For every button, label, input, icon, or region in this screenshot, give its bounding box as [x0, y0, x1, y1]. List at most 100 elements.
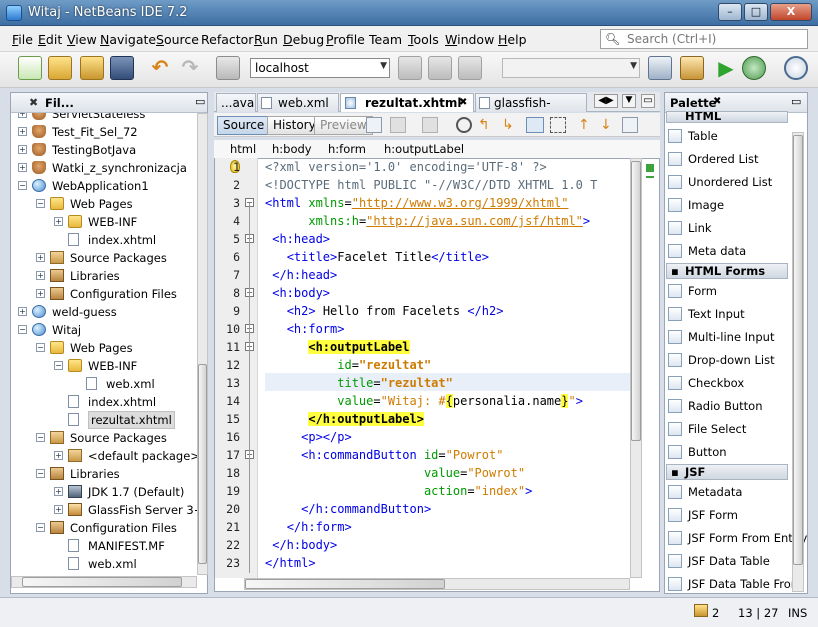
collapse-icon[interactable]: −	[36, 469, 45, 478]
editor-hscroll[interactable]	[244, 578, 630, 590]
palette-item-jsf-data-table[interactable]: JSF Data Table	[668, 551, 790, 571]
tree-item-default-package[interactable]: + <default package>	[10, 447, 200, 465]
find-next-icon[interactable]: ↳	[502, 117, 518, 133]
tree-item-source-packages[interactable]: − Source Packages	[10, 429, 196, 447]
projects-vscroll-thumb[interactable]	[198, 364, 207, 564]
editor-vscroll[interactable]	[630, 158, 642, 578]
preview-view-button[interactable]: Preview	[314, 116, 373, 135]
expand-icon[interactable]: +	[54, 451, 63, 460]
debug-icon[interactable]	[742, 56, 766, 80]
find-previous-icon[interactable]: ↰	[478, 117, 494, 133]
palette-item-metadata[interactable]: Metadata	[668, 482, 790, 502]
collapse-icon[interactable]: −	[18, 325, 27, 334]
tree-item-rezultat-xhtml[interactable]: rezultat.xhtml	[10, 411, 196, 429]
minimize-panel-icon[interactable]: ▭	[195, 95, 205, 108]
open-project-icon[interactable]	[80, 56, 104, 80]
expand-icon[interactable]: +	[36, 253, 45, 262]
tab-list-icon[interactable]: ▼	[622, 94, 636, 108]
minimize-button[interactable]: –	[718, 3, 742, 21]
editor-tab-rezultat[interactable]: rezultat.xhtml	[340, 93, 474, 112]
expand-icon[interactable]: +	[54, 505, 63, 514]
tree-item-index-xhtml[interactable]: index.xhtml	[10, 231, 196, 249]
tab-scroll-arrows-icon[interactable]: ◀▶	[594, 94, 618, 108]
editor-hscroll-thumb[interactable]	[245, 579, 445, 589]
expand-icon[interactable]: +	[36, 271, 45, 280]
palette-item-radio-button[interactable]: Radio Button	[668, 396, 790, 416]
new-project-icon[interactable]	[48, 56, 72, 80]
new-file-icon[interactable]	[18, 56, 42, 80]
collapse-icon[interactable]: −	[36, 343, 45, 352]
server-selector[interactable]: localhost ▼	[250, 58, 390, 78]
breadcrumb-form[interactable]: h:form	[328, 142, 366, 156]
menu-profile[interactable]: Profile	[326, 32, 365, 47]
menu-run[interactable]: Run	[254, 32, 278, 47]
menu-debug[interactable]: Debug	[283, 32, 324, 47]
menu-edit[interactable]: Edit	[38, 32, 62, 47]
menu-file[interactable]: File	[12, 32, 33, 47]
projects-vscroll[interactable]	[197, 113, 208, 575]
tree-item-configuration-files[interactable]: + Configuration Files	[10, 285, 196, 303]
tree-item-libraries[interactable]: + Libraries	[10, 267, 196, 285]
redo-icon[interactable]: ↷	[178, 56, 202, 80]
palette-item-file-select[interactable]: File Select	[668, 419, 790, 439]
tree-item-test-fit-sel[interactable]: + Test_Fit_Sel_72	[10, 123, 196, 141]
tree-item-testing-bot-java[interactable]: + TestingBotJava	[10, 141, 196, 159]
expand-icon[interactable]: +	[36, 289, 45, 298]
palette-vscroll[interactable]	[792, 132, 804, 592]
palette-item-link[interactable]: Link	[668, 218, 790, 238]
collapse-icon[interactable]: −	[36, 433, 45, 442]
breadcrumb-outputlabel[interactable]: h:outputLabel	[384, 142, 464, 156]
palette-vscroll-thumb[interactable]	[793, 135, 803, 565]
tree-item-web-pages[interactable]: − Web Pages	[10, 195, 196, 213]
palette-item-jsf-form[interactable]: JSF Form	[668, 505, 790, 525]
menu-refactor[interactable]: Refactor	[201, 32, 253, 47]
expand-icon[interactable]: +	[18, 145, 27, 154]
tree-item-web-xml-config[interactable]: web.xml	[10, 555, 196, 573]
shift-line-icon[interactable]	[622, 117, 638, 133]
source-view-button[interactable]: Source	[217, 116, 271, 135]
expand-icon[interactable]: +	[18, 163, 27, 172]
palette-item-meta-data[interactable]: Meta data	[668, 241, 790, 261]
tree-item-weld-guess[interactable]: + weld-guess	[10, 303, 196, 321]
editor-tab-java[interactable]: ...ava	[216, 93, 256, 112]
tab-close-icon[interactable]: ✖	[459, 97, 467, 108]
tree-item-glassfish-server[interactable]: + GlassFish Server 3+	[10, 501, 203, 519]
palette-item-image[interactable]: Image	[668, 195, 790, 215]
tree-item-webapplication1[interactable]: − WebApplication1	[10, 177, 196, 195]
expand-icon[interactable]: +	[54, 217, 63, 226]
close-button[interactable]: X	[770, 3, 812, 21]
previous-bookmark-icon[interactable]: ↑	[578, 117, 594, 133]
menu-window[interactable]: Window	[445, 32, 494, 47]
palette-item-table[interactable]: Table	[668, 126, 790, 146]
menu-team[interactable]: Team	[369, 32, 402, 47]
notifications-icon[interactable]	[694, 604, 708, 617]
tree-item-index-xhtml[interactable]: index.xhtml	[10, 393, 196, 411]
build-hammer-icon[interactable]	[648, 56, 672, 80]
server-status-icon[interactable]	[458, 56, 482, 80]
tree-item-source-packages[interactable]: + Source Packages	[10, 249, 196, 267]
palette-tab[interactable]: Palette	[670, 96, 716, 110]
projects-hscroll[interactable]	[11, 576, 197, 588]
tree-item-libraries[interactable]: − Libraries	[10, 465, 196, 483]
palette-item-jsf-data-table-from[interactable]: JSF Data Table From	[668, 574, 802, 594]
projects-hscroll-thumb[interactable]	[22, 577, 182, 587]
tree-item-web-pages[interactable]: − Web Pages	[10, 339, 196, 357]
projects-tab[interactable]: Fil...	[45, 96, 74, 110]
undeploy-icon[interactable]	[428, 56, 452, 80]
tree-item-web-xml[interactable]: web.xml	[10, 375, 196, 393]
panel-close-icon[interactable]: ✖	[29, 96, 38, 109]
breadcrumb-html[interactable]: html	[230, 142, 256, 156]
editor-vscroll-thumb[interactable]	[631, 161, 641, 441]
maximize-button[interactable]: □	[744, 3, 768, 21]
collapse-icon[interactable]: −	[36, 523, 45, 532]
palette-item-jsf-form-from-entity[interactable]: JSF Form From Entity	[668, 528, 807, 548]
tree-item-manifest-mf[interactable]: MANIFEST.MF	[10, 537, 196, 555]
expand-icon[interactable]: +	[54, 487, 63, 496]
save-all-icon[interactable]	[110, 56, 134, 80]
breadcrumb-body[interactable]: h:body	[272, 142, 312, 156]
palette-item-unordered-list[interactable]: Unordered List	[668, 172, 790, 192]
palette-item-multi-line-input[interactable]: Multi-line Input	[668, 327, 790, 347]
search-box[interactable]: 🔍︎ Search (Ctrl+I)	[600, 29, 808, 49]
expand-icon[interactable]: +	[18, 307, 27, 316]
palette-item-button[interactable]: Button	[668, 442, 790, 462]
